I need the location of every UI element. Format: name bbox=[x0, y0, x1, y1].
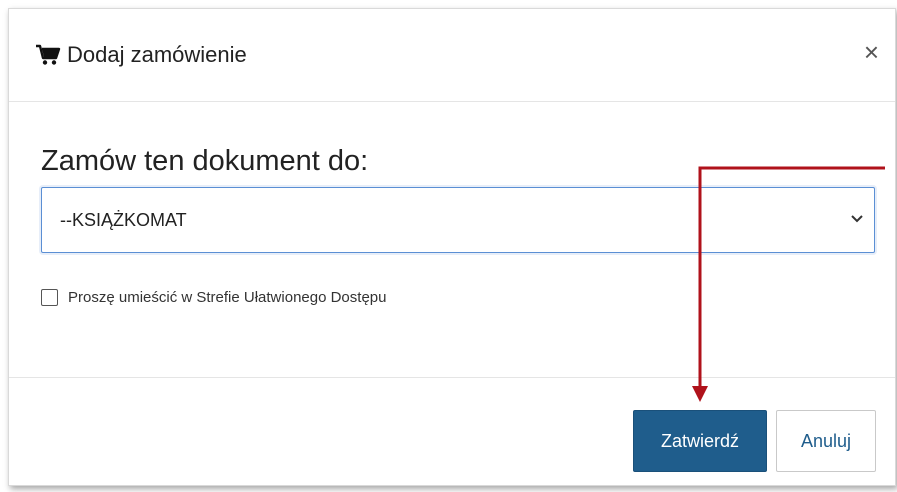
dialog-title-wrap: Dodaj zamówienie bbox=[35, 42, 247, 68]
cancel-button[interactable]: Anuluj bbox=[776, 410, 876, 472]
pickup-location-select[interactable]: --KSIĄŻKOMAT bbox=[41, 187, 875, 253]
accessibility-zone-label[interactable]: Proszę umieścić w Strefie Ułatwionego Do… bbox=[68, 289, 386, 306]
select-value: --KSIĄŻKOMAT bbox=[60, 210, 187, 230]
dialog-header: Dodaj zamówienie × bbox=[9, 9, 895, 102]
order-dialog: Dodaj zamówienie × Zamów ten dokument do… bbox=[8, 8, 896, 486]
chevron-down-icon bbox=[851, 215, 863, 223]
close-icon[interactable]: × bbox=[864, 39, 879, 65]
shopping-cart-icon bbox=[36, 44, 61, 65]
accessibility-zone-option[interactable]: Proszę umieścić w Strefie Ułatwionego Do… bbox=[41, 289, 386, 306]
confirm-button[interactable]: Zatwierdź bbox=[633, 410, 767, 472]
accessibility-zone-checkbox[interactable] bbox=[41, 289, 58, 306]
dialog-title: Dodaj zamówienie bbox=[67, 42, 247, 67]
form-heading: Zamów ten dokument do: bbox=[41, 145, 369, 177]
footer-divider bbox=[9, 377, 895, 378]
